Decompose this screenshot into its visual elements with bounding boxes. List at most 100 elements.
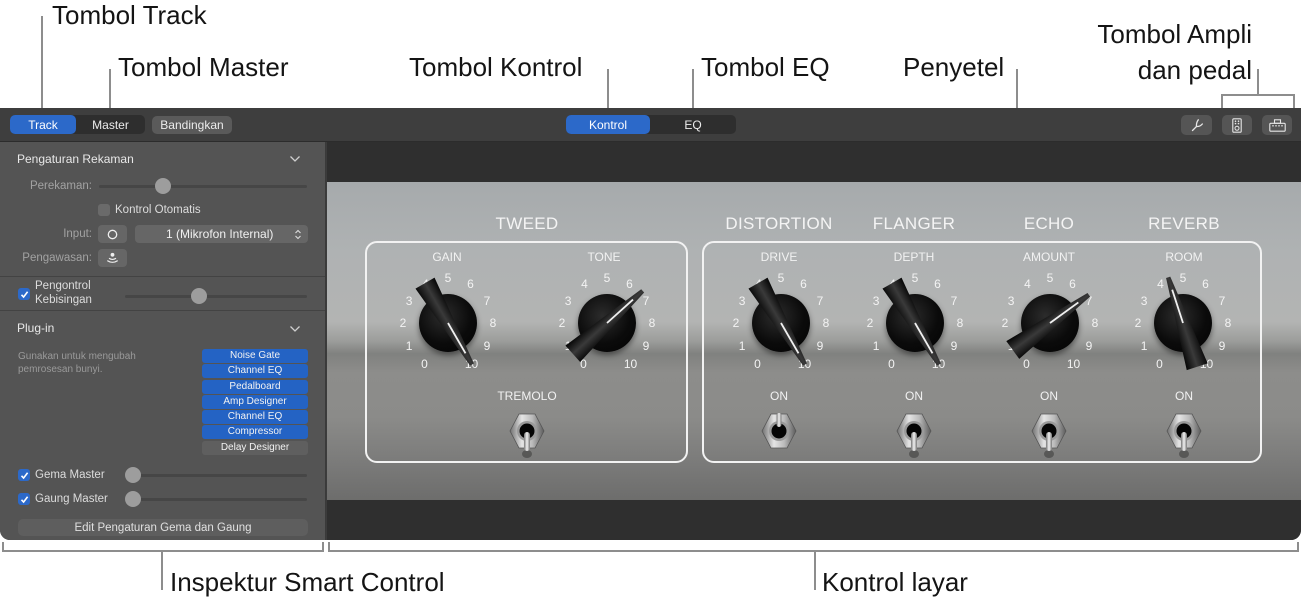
callout-amp-pedal-line1: Tombol Ampli (1097, 19, 1252, 49)
knob-scale-label: 8 (1224, 316, 1232, 330)
input-source-value: 1 (Mikrofon Internal) (166, 227, 274, 241)
master-echo-checkbox[interactable] (18, 469, 30, 481)
knob-scale-label: 5 (603, 271, 611, 285)
knob-scale-label: 9 (950, 338, 958, 353)
plugin-item[interactable]: Noise Gate (202, 349, 308, 363)
knob-scale-label: 10 (1066, 356, 1081, 371)
slider-track (125, 295, 307, 298)
master-echo-label: Gema Master (35, 469, 105, 481)
toggle-switch-icon (1031, 413, 1067, 458)
track-button[interactable]: Track (10, 115, 76, 134)
divider (0, 276, 325, 277)
knob-label-gain: GAIN (432, 250, 462, 264)
plugin-item[interactable]: Amp Designer (202, 394, 308, 409)
slider-thumb[interactable] (125, 467, 141, 483)
knob-scale-label: 10 (623, 356, 638, 371)
switch-label-echo-on: ON (1040, 389, 1058, 403)
callout-master-button: Tombol Master (118, 52, 289, 82)
bracket-screen-controls-left-tick (328, 542, 330, 552)
knob-label-depth: DEPTH (893, 250, 935, 264)
smart-control-inspector: Pengaturan Rekaman Perekaman: Kontrol Ot… (0, 142, 326, 540)
knob-scale-label: 3 (872, 293, 880, 308)
auto-control-checkbox[interactable] (98, 204, 110, 216)
slider-thumb[interactable] (191, 288, 208, 304)
toggle-switch-icon (1166, 413, 1202, 458)
plugin-item[interactable]: Delay Designer (202, 440, 308, 455)
knob-scale-label: 1 (405, 338, 413, 353)
noise-gate-label: Pengontrol Kebisingan (35, 280, 92, 306)
plugin-item[interactable]: Pedalboard (202, 379, 308, 394)
callout-line-amp-pedal-bracket (1221, 94, 1295, 96)
knob-scale-label: 6 (1202, 277, 1209, 292)
recording-level-slider[interactable] (99, 178, 307, 194)
monitoring-label: Pengawasan: (22, 252, 92, 264)
callout-controls-button: Tombol Kontrol (409, 52, 583, 82)
controls-button[interactable]: Kontrol (566, 115, 650, 134)
knob-scale-label: 2 (558, 316, 566, 330)
smart-controls-window: Track Master Bandingkan Kontrol EQ Penga… (0, 108, 1301, 540)
noise-gate-checkbox[interactable] (18, 288, 30, 300)
amp-button[interactable] (1222, 115, 1252, 135)
switch-label-reverb-on: ON (1175, 389, 1193, 403)
knob-scale-label: 9 (642, 338, 650, 353)
knob-scale-label: 3 (1140, 293, 1148, 308)
tuner-icon (1191, 119, 1203, 132)
knob-scale-label: 1 (872, 338, 880, 353)
switch-label-flanger-on: ON (905, 389, 923, 403)
knob-scale-label: 0 (1023, 356, 1030, 371)
master-button[interactable]: Master (76, 115, 145, 134)
master-reverb-slider[interactable] (125, 491, 307, 507)
updown-chevron-icon (295, 229, 301, 240)
input-format-button[interactable] (98, 225, 127, 243)
knob-scale-label: 0 (421, 356, 428, 371)
noise-gate-slider[interactable] (125, 288, 307, 304)
slider-thumb[interactable] (125, 491, 141, 507)
plugin-item[interactable]: Channel EQ (202, 364, 308, 379)
callout-line-amp-pedal-left (1221, 94, 1223, 108)
knob-scale-label: 7 (483, 293, 491, 308)
master-reverb-checkbox[interactable] (18, 493, 30, 505)
plugin-item[interactable]: Channel EQ (202, 410, 308, 425)
amp-icon (1232, 117, 1242, 133)
plugin-list: Noise Gate Channel EQ Pedalboard Amp Des… (202, 349, 308, 456)
knob-label-amount: AMOUNT (1023, 250, 1075, 264)
compare-button[interactable]: Bandingkan (152, 116, 232, 134)
knob-scale-label: 2 (866, 316, 874, 330)
tuner-button[interactable] (1181, 115, 1212, 135)
edit-echo-reverb-settings-button[interactable]: Edit Pengaturan Gema dan Gaung (18, 519, 308, 536)
callout-line-amp-pedal-stem (1257, 69, 1259, 95)
plugins-chevron-down-icon[interactable] (288, 322, 302, 336)
plugin-item[interactable]: Compressor (202, 425, 308, 440)
master-echo-slider[interactable] (125, 467, 307, 483)
eq-button[interactable]: EQ (650, 115, 736, 134)
knob-scale-label: 8 (1091, 316, 1099, 330)
knob-scale-label: 9 (1218, 338, 1226, 353)
input-source-select[interactable]: 1 (Mikrofon Internal) (135, 225, 308, 243)
knob-scale-label: 0 (1156, 356, 1163, 371)
monitoring-button[interactable] (98, 249, 127, 267)
auto-control-label: Kontrol Otomatis (115, 204, 201, 216)
knob-scale-label: 8 (489, 316, 497, 330)
knob-scale-label: 7 (816, 293, 824, 308)
knob-scale-label: 9 (1085, 338, 1093, 353)
bracket-screen-controls-right-tick (1297, 542, 1299, 552)
knob-scale-label: 5 (911, 271, 919, 285)
master-reverb-label: Gaung Master (35, 493, 108, 505)
recording-settings-chevron-down-icon[interactable] (288, 152, 302, 166)
callout-line-inspector (161, 550, 163, 590)
knob-scale-label: 4 (1024, 277, 1031, 292)
toggle-switch-icon (761, 413, 797, 449)
callout-amp-pedal: Tombol Ampli dan pedal (1000, 16, 1252, 88)
callout-line-controls (607, 69, 609, 108)
switch-label-tremolo: TREMOLO (497, 389, 557, 403)
slider-thumb[interactable] (154, 178, 171, 194)
knob-scale-label: 3 (1007, 293, 1015, 308)
pedalboard-button[interactable] (1262, 115, 1292, 135)
knob-scale-label: 4 (581, 277, 588, 292)
section-title-tweed: TWEED (495, 214, 559, 233)
knob-scale-label: 6 (467, 277, 474, 292)
knob-scale-label: 0 (888, 356, 895, 371)
knob-scale-label: 3 (564, 293, 572, 308)
knob-label-drive: DRIVE (760, 250, 798, 264)
knob-scale-label: 2 (732, 316, 740, 330)
